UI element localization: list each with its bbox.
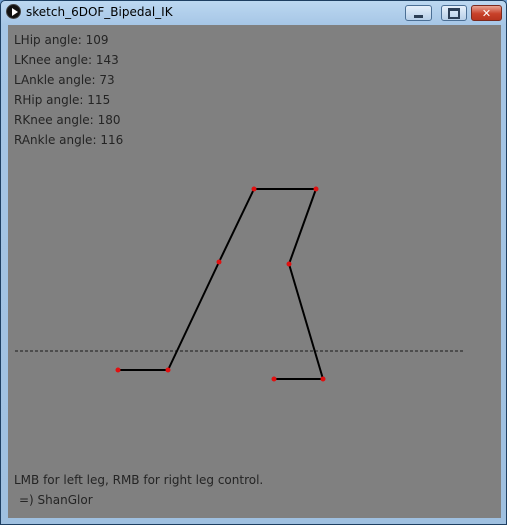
right-knee-joint[interactable] [286, 261, 292, 267]
close-button[interactable]: ✕ [471, 5, 502, 21]
right-ankle-joint[interactable] [320, 376, 326, 382]
right-shin [288, 263, 324, 380]
close-icon: ✕ [481, 6, 492, 20]
left-toe-joint[interactable] [115, 367, 121, 373]
processing-play-icon [6, 4, 21, 19]
bipedal-leg-figure[interactable] [8, 25, 501, 518]
right-toe-joint[interactable] [271, 376, 277, 382]
right-hip-joint[interactable] [313, 186, 319, 192]
maximize-button[interactable] [441, 5, 467, 21]
left-shin [167, 261, 220, 371]
right-thigh [288, 188, 317, 265]
sketch-canvas[interactable]: LHip angle: 109 LKnee angle: 143 LAnkle … [8, 25, 501, 518]
author-credit: =) ShanGlor [19, 493, 93, 507]
minimize-icon [414, 14, 423, 18]
left-thigh [218, 188, 255, 263]
control-instructions: LMB for left leg, RMB for right leg cont… [14, 473, 264, 487]
left-knee-joint[interactable] [216, 259, 222, 265]
maximize-icon [448, 7, 460, 19]
left-hip-joint[interactable] [251, 186, 257, 192]
app-window: sketch_6DOF_Bipedal_IK ✕ LHip angle: 109… [0, 0, 507, 525]
left-ankle-joint[interactable] [165, 367, 171, 373]
minimize-button[interactable] [405, 5, 432, 21]
title-bar[interactable]: sketch_6DOF_Bipedal_IK ✕ [1, 1, 506, 24]
window-title: sketch_6DOF_Bipedal_IK [26, 5, 173, 19]
